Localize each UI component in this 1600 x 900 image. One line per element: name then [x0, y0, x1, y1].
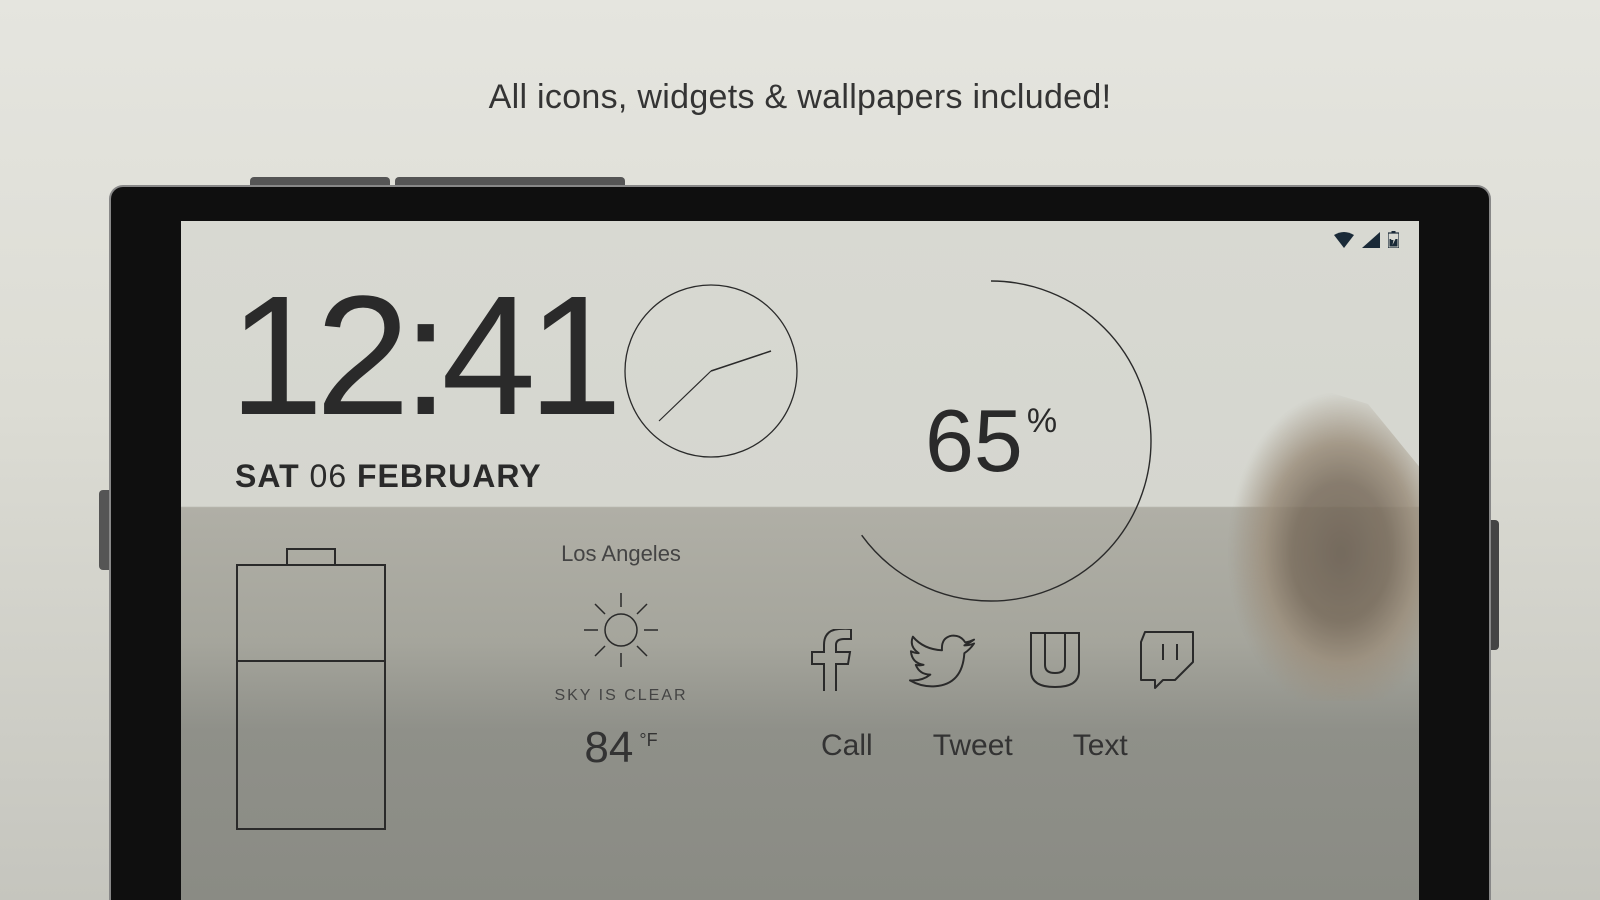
- tablet-power-button: [250, 177, 390, 185]
- twitch-icon[interactable]: [1134, 629, 1202, 691]
- tablet-volume-rocker: [395, 177, 625, 185]
- cell-signal-icon: [1362, 232, 1380, 248]
- weather-temp-value: 84: [584, 723, 633, 772]
- tablet-frame: 12:41 SAT 06 FEBRUARY 6: [109, 185, 1491, 900]
- wallpaper-rock: [1179, 371, 1419, 701]
- analog-clock-widget[interactable]: [621, 281, 801, 461]
- analog-clock-icon: [621, 281, 801, 461]
- home-screen[interactable]: 12:41 SAT 06 FEBRUARY 6: [181, 221, 1419, 900]
- weather-condition: SKY IS CLEAR: [491, 687, 751, 705]
- battery-widget[interactable]: [231, 547, 391, 842]
- battery-percent-value: 65: [925, 390, 1023, 492]
- status-bar: [1334, 231, 1399, 248]
- weather-temp: 84 °F: [491, 723, 751, 773]
- clock-time[interactable]: 12:41: [229, 271, 614, 441]
- sun-icon: [578, 587, 664, 673]
- wifi-icon: [1334, 232, 1354, 248]
- clock-date-num: 06: [310, 458, 348, 494]
- weather-temp-unit: °F: [639, 730, 657, 750]
- shortcut-text[interactable]: Text: [1073, 729, 1128, 763]
- tablet-side-nub: [99, 490, 109, 570]
- battery-icon: [231, 547, 391, 837]
- facebook-icon[interactable]: [795, 629, 863, 691]
- battery-percent-unit: %: [1027, 402, 1057, 441]
- shortcut-call[interactable]: Call: [821, 729, 873, 763]
- weather-widget[interactable]: Los Angeles: [491, 541, 751, 773]
- twitter-icon[interactable]: [908, 629, 976, 691]
- battery-charge-icon: [1388, 231, 1399, 248]
- promo-headline: All icons, widgets & wallpapers included…: [0, 78, 1600, 117]
- shortcut-row: Call Tweet Text: [821, 729, 1128, 763]
- clock-day: SAT: [235, 458, 300, 494]
- clock-date[interactable]: SAT 06 FEBRUARY: [235, 458, 542, 495]
- weather-city: Los Angeles: [491, 541, 751, 567]
- uber-icon[interactable]: [1021, 629, 1089, 691]
- battery-ring-label: 65%: [821, 271, 1161, 611]
- app-icon-row: [795, 629, 1202, 691]
- shortcut-tweet[interactable]: Tweet: [933, 729, 1013, 763]
- clock-month: FEBRUARY: [357, 458, 542, 494]
